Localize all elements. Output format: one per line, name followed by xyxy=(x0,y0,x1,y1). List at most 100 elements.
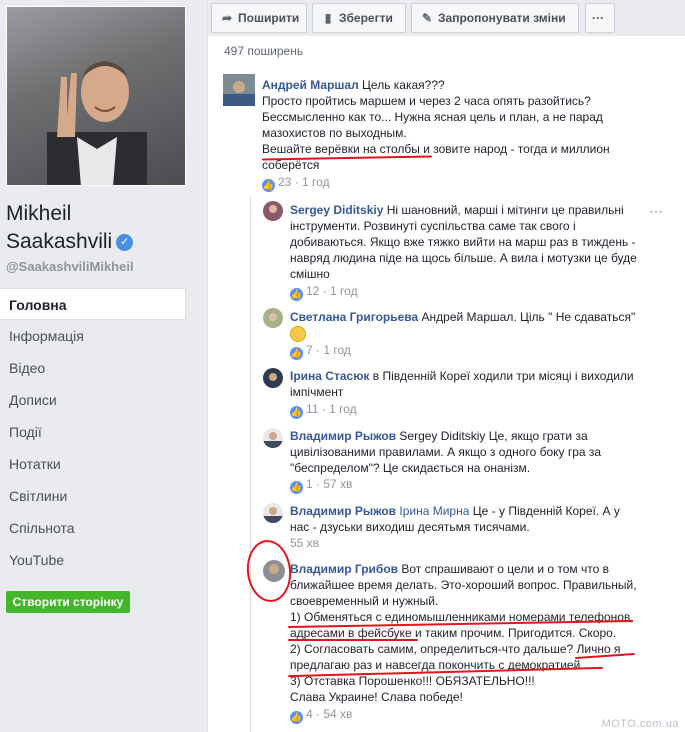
nav-item-info[interactable]: Інформація xyxy=(0,320,186,352)
comment-author[interactable]: Владимир Грибов xyxy=(290,562,398,576)
page-name[interactable]: Mikheil Saakashvili ✓ xyxy=(6,200,134,256)
like-icon: 👍 xyxy=(290,288,303,301)
watermark: MOTO.com.ua xyxy=(601,718,679,730)
comment-body: Светлана Григорьева Андрей Маршал. Ціль … xyxy=(290,309,650,342)
like-count[interactable]: 12 xyxy=(306,284,319,298)
avatar-image xyxy=(263,428,283,448)
comment-line: імпічмент xyxy=(290,385,344,399)
suggest-label: Запропонувати зміни xyxy=(438,11,566,25)
comment-time[interactable]: 55 хв xyxy=(290,536,319,550)
comment-text: Sergey Diditskiy Це, якщо грати за xyxy=(399,429,588,443)
comment-body: Владимир Рыжов Ірина Мирна Це - у Півден… xyxy=(290,503,650,535)
comment-meta: 👍 1 · 57 хв xyxy=(290,477,353,494)
comment-mention[interactable]: Ірина Мирна xyxy=(399,504,469,518)
more-options-button[interactable]: ··· xyxy=(585,3,615,33)
comment-author[interactable]: Андрей Маршал xyxy=(262,78,359,92)
save-button[interactable]: ▮ Зберегти xyxy=(312,3,406,33)
avatar[interactable] xyxy=(263,201,283,221)
comment-body: Владимир Рыжов Sergey Diditskiy Це, якщо… xyxy=(290,428,650,476)
like-count[interactable]: 4 xyxy=(306,707,313,721)
comment-line: 2) Согласовать самим, определиться-что д… xyxy=(290,642,621,656)
profile-photo-figure xyxy=(47,61,147,185)
comment-body: Ірина Стасюк в Південній Кореї ходили тр… xyxy=(290,368,650,400)
comment-author[interactable]: Владимир Рыжов xyxy=(290,429,396,443)
share-label: Поширити xyxy=(238,11,300,25)
nav-item-photos[interactable]: Світлини xyxy=(0,480,186,512)
pencil-icon: ✎ xyxy=(421,11,433,25)
avatar-image xyxy=(263,503,283,523)
comment-text: Ні шановний, марші і мітинги це правильн… xyxy=(386,203,624,217)
profile-photo[interactable] xyxy=(6,6,186,186)
shares-count[interactable]: 497 поширень xyxy=(224,44,303,58)
nav-item-events[interactable]: Події xyxy=(0,416,186,448)
nav-item-videos[interactable]: Відео xyxy=(0,352,186,384)
like-icon: 👍 xyxy=(262,179,275,192)
like-count[interactable]: 23 xyxy=(278,175,291,189)
page-nav: Головна Інформація Відео Дописи Події Но… xyxy=(0,288,186,576)
comment-text: в Південній Кореї ходили три місяці і ви… xyxy=(372,369,634,383)
comment-line: інструменти. Розвинуті суспільства саме … xyxy=(290,219,576,233)
comment-meta: 👍 23 · 1 год xyxy=(262,175,330,192)
comment-author[interactable]: Sergey Diditskiy xyxy=(290,203,383,217)
like-count[interactable]: 11 xyxy=(306,402,318,416)
like-count[interactable]: 7 xyxy=(306,343,313,357)
comment-author[interactable]: Светлана Григорьева xyxy=(290,310,418,324)
comment-time[interactable]: 57 хв xyxy=(323,477,352,491)
comment-author[interactable]: Владимир Рыжов xyxy=(290,504,396,518)
comment-line: Просто пройтись маршем и через 2 часа оп… xyxy=(262,94,591,108)
like-icon: 👍 xyxy=(290,481,303,494)
avatar[interactable] xyxy=(263,428,283,448)
comment-line: Слава Украине! Слава победе! xyxy=(290,690,463,704)
left-sidebar: Mikheil Saakashvili ✓ @SaakashviliMikheil… xyxy=(0,0,190,732)
comment-line: адресами в фейсбуке и таким прочим. Приг… xyxy=(290,626,617,640)
page-handle[interactable]: @SaakashviliMikheil xyxy=(6,259,134,274)
comment-line: добиваються. Якщо вже тяжко вийти на мар… xyxy=(290,235,636,249)
comment-line: смішно xyxy=(290,267,330,281)
share-button[interactable]: ➦ Поширити xyxy=(211,3,307,33)
nav-item-posts[interactable]: Дописи xyxy=(0,384,186,416)
comment-body: Sergey Diditskiy Ні шановний, марші і мі… xyxy=(290,202,650,282)
comment-meta: 👍 11 · 1 год xyxy=(290,402,357,419)
comment-text: Цель какая??? xyxy=(362,78,445,92)
comment-meta: 👍 12 · 1 год xyxy=(290,284,358,301)
comment-meta: 👍 7 · 1 год xyxy=(290,343,351,360)
avatar-image xyxy=(263,368,283,388)
like-count[interactable]: 1 xyxy=(306,477,313,491)
comment-time[interactable]: 54 хв xyxy=(323,707,352,721)
save-label: Зберегти xyxy=(339,11,393,25)
bookmark-icon: ▮ xyxy=(324,11,332,25)
comment-author[interactable]: Ірина Стасюк xyxy=(290,369,369,383)
red-underline-mark xyxy=(288,639,418,641)
comment-meta: 👍 4 · 54 хв xyxy=(290,707,353,724)
like-icon: 👍 xyxy=(290,347,303,360)
post-action-bar: ➦ Поширити ▮ Зберегти ✎ Запропонувати зміни… xyxy=(208,0,685,36)
share-arrow-icon: ➦ xyxy=(221,11,233,25)
suggest-edits-button[interactable]: ✎ Запропонувати зміни xyxy=(411,3,579,33)
avatar[interactable] xyxy=(263,368,283,388)
nav-item-youtube[interactable]: YouTube xyxy=(0,544,186,576)
comment-line: ближайшее время делать. Это-хороший вопр… xyxy=(290,578,637,592)
nav-item-notes[interactable]: Нотатки xyxy=(0,448,186,480)
verified-badge-icon: ✓ xyxy=(116,233,134,251)
comment-line: своевременный и нужный. xyxy=(290,594,439,608)
reply-thread-line xyxy=(250,196,251,732)
comment-time[interactable]: 1 год xyxy=(330,284,358,298)
page-name-line1: Mikheil xyxy=(6,202,72,225)
smile-emoji-icon xyxy=(290,325,306,342)
comment-time[interactable]: 1 год xyxy=(302,175,330,189)
avatar[interactable] xyxy=(263,503,283,523)
nav-item-home[interactable]: Головна xyxy=(0,288,186,320)
avatar-image xyxy=(263,201,283,221)
nav-item-community[interactable]: Спільнота xyxy=(0,512,186,544)
comment-line: навряд людина піде на щось більше. А вил… xyxy=(290,251,637,265)
comment-options-icon[interactable]: ⋯ xyxy=(649,203,663,220)
create-page-button[interactable]: Створити сторінку xyxy=(6,591,130,613)
comment-line: нас - дзуськи виходиш десятьмя тисячами. xyxy=(290,520,530,534)
avatar[interactable] xyxy=(263,308,283,328)
avatar-image xyxy=(223,74,255,106)
comment-time[interactable]: 1 год xyxy=(329,402,357,416)
comment-time[interactable]: 1 год xyxy=(323,343,351,357)
comment-body: Владимир Грибов Вот спрашивают о цели и … xyxy=(290,561,670,705)
comment-meta: 55 хв xyxy=(290,536,319,550)
avatar[interactable] xyxy=(223,74,255,106)
